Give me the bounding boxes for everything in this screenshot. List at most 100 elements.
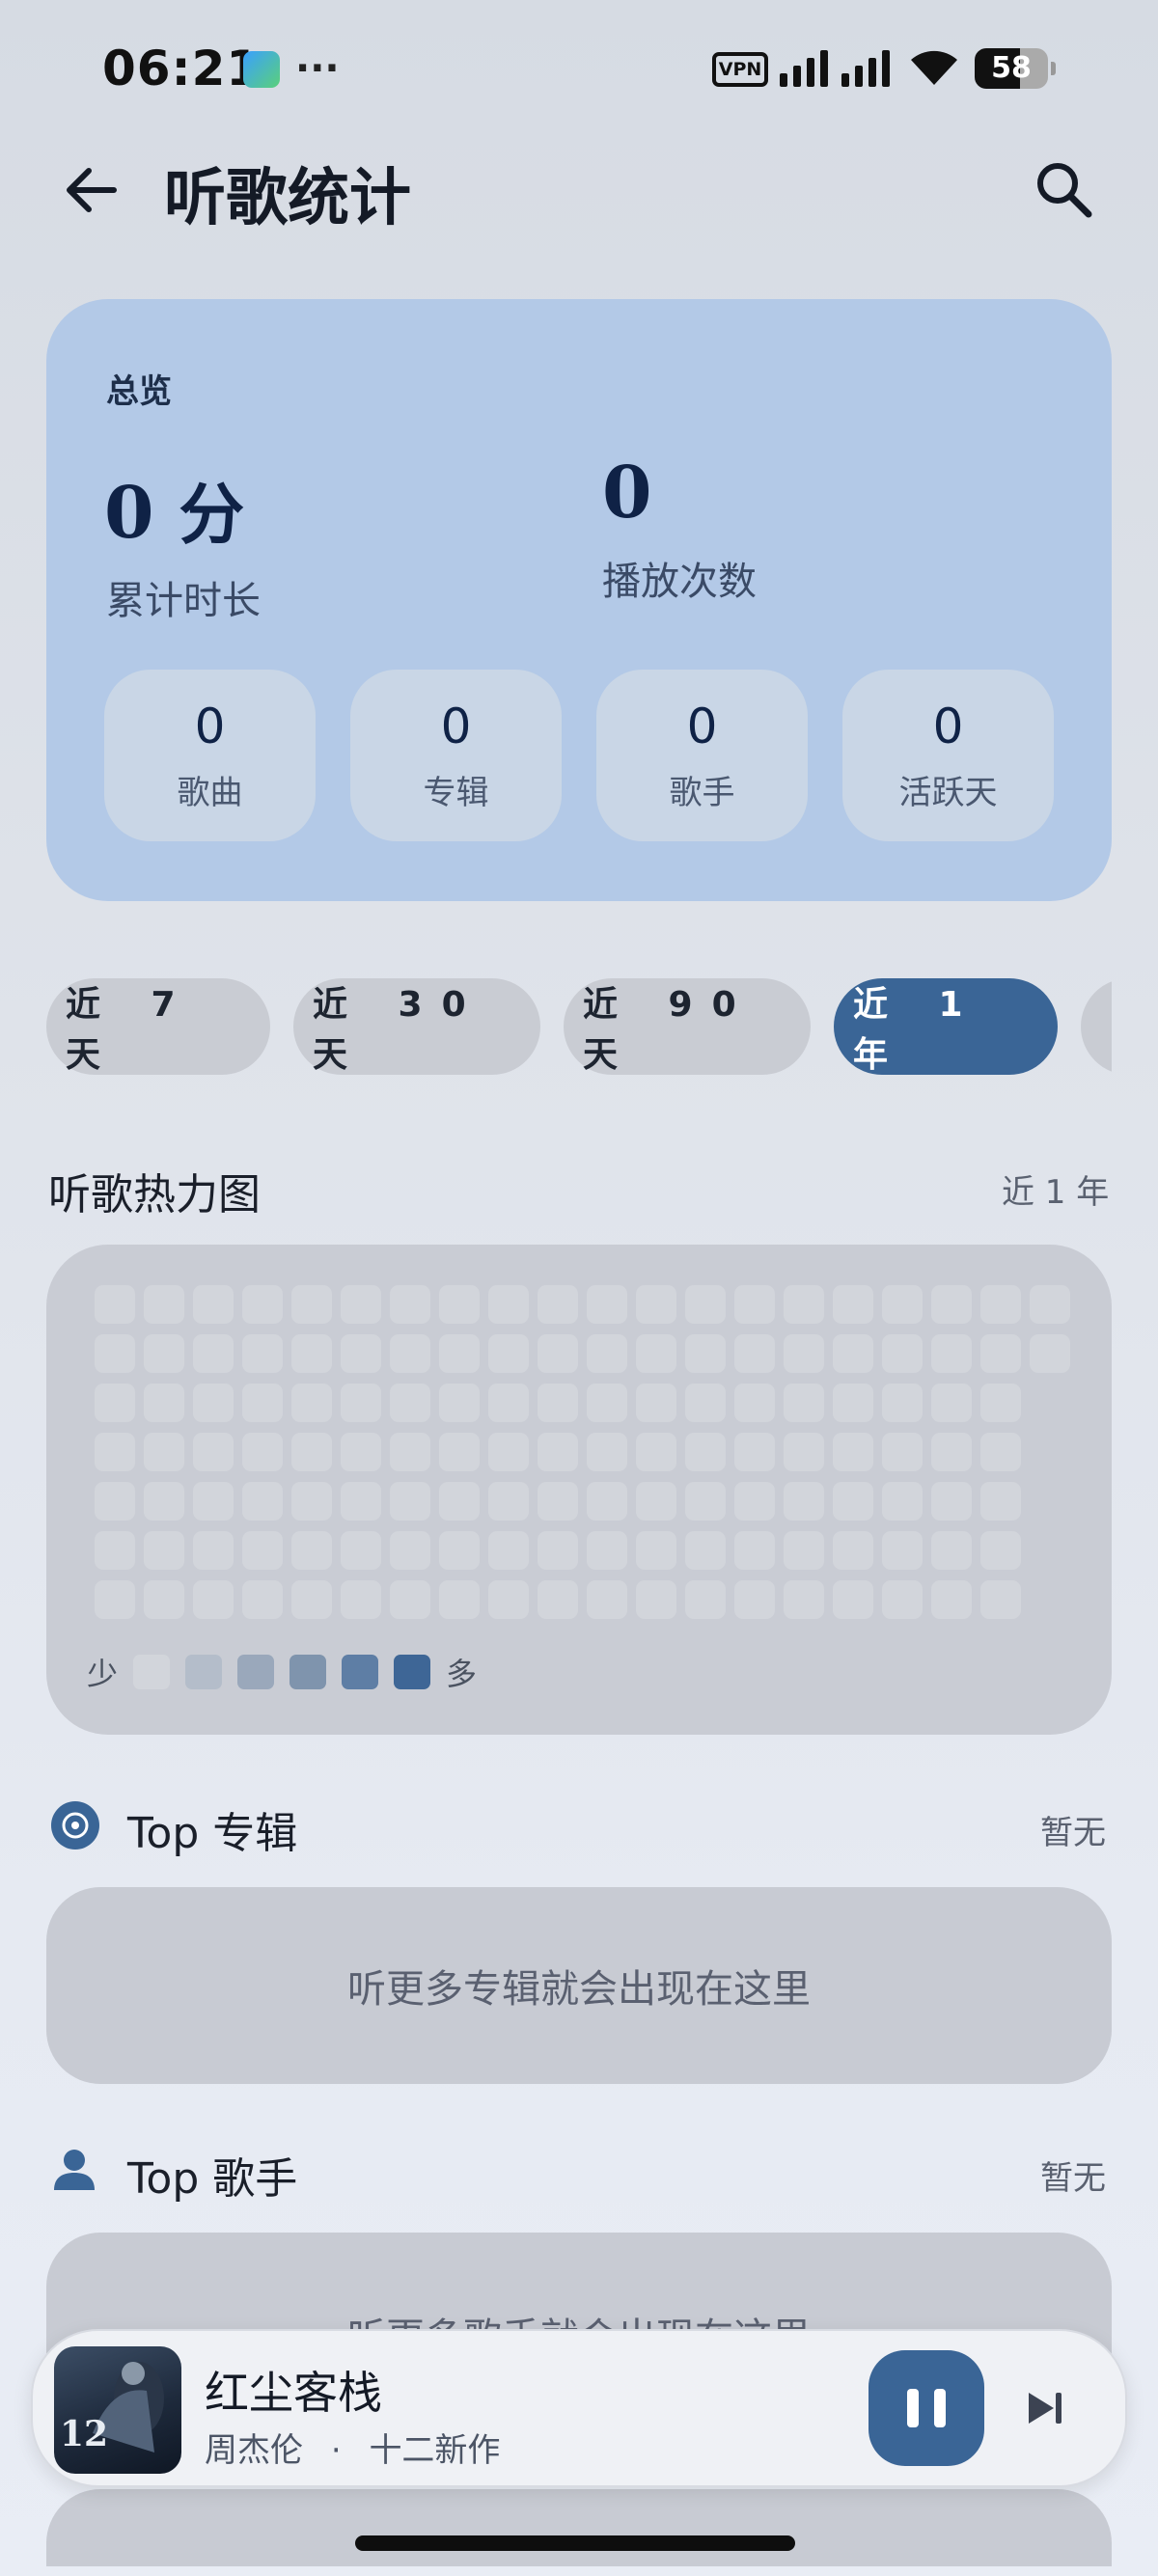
heatmap-cell [439, 1580, 480, 1619]
heatmap-cell [538, 1482, 578, 1521]
search-button[interactable] [1029, 154, 1100, 226]
stat-value: 0 [440, 699, 472, 754]
heatmap-cell [341, 1482, 381, 1521]
heatmap-cell [980, 1433, 1021, 1471]
range-chip-more[interactable] [1081, 978, 1112, 1075]
wifi-icon [911, 50, 957, 85]
heatmap-cell [144, 1531, 184, 1570]
heatmap-cell [439, 1433, 480, 1471]
heatmap-cell [1030, 1334, 1070, 1373]
mini-player[interactable]: 12 红尘客栈 周杰伦 · 十二新作 [31, 2329, 1127, 2487]
home-indicator[interactable] [355, 2535, 795, 2551]
range-chip-1y[interactable]: 近 1 年 [834, 978, 1058, 1075]
heatmap-cell [587, 1580, 627, 1619]
heatmap-cell [291, 1334, 332, 1373]
heatmap-cell [144, 1580, 184, 1619]
song-subtitle: 周杰伦 · 十二新作 [205, 2424, 500, 2471]
heatmap-cell [685, 1334, 726, 1373]
back-button[interactable] [58, 156, 125, 224]
duration-unit: 分 [179, 478, 245, 554]
heatmap-cell [291, 1285, 332, 1324]
stat-label: 歌手 [669, 774, 735, 812]
heatmap-cell [931, 1433, 972, 1471]
heatmap-cell [242, 1580, 283, 1619]
pause-button[interactable] [868, 2350, 984, 2466]
total-duration-label: 累计时长 [106, 579, 261, 623]
heatmap-cell [390, 1334, 430, 1373]
heatmap-cell [685, 1285, 726, 1324]
heatmap-cell [488, 1531, 529, 1570]
heatmap-cell [291, 1482, 332, 1521]
heatmap-cell [636, 1384, 676, 1422]
heatmap-cell [291, 1384, 332, 1422]
heatmap-cell [882, 1433, 923, 1471]
play-count-value: 0 [602, 452, 652, 534]
heatmap-cell [242, 1285, 283, 1324]
heatmap-cell [144, 1482, 184, 1521]
heatmap-cell [193, 1334, 234, 1373]
page-title: 听歌统计 [164, 163, 411, 234]
heatmap-cell [882, 1285, 923, 1324]
pause-icon [934, 2389, 946, 2427]
heatmap-cell [980, 1482, 1021, 1521]
heatmap-cell [636, 1334, 676, 1373]
heatmap-cell [833, 1531, 873, 1570]
heatmap-cell [341, 1531, 381, 1570]
overview-stats: 0 歌曲 0 专辑 0 歌手 0 活跃天 [104, 670, 1054, 841]
heatmap-cell [242, 1433, 283, 1471]
heatmap-cell [538, 1433, 578, 1471]
heatmap-cell [931, 1384, 972, 1422]
person-icon [54, 2150, 95, 2190]
heatmap-cell [587, 1433, 627, 1471]
heatmap-cell [488, 1580, 529, 1619]
heatmap-cell [833, 1384, 873, 1422]
heatmap-cell [636, 1433, 676, 1471]
heatmap-cell [882, 1531, 923, 1570]
more-notifications-icon: ··· [295, 46, 340, 91]
heatmap-cell [193, 1580, 234, 1619]
heatmap-cell [685, 1384, 726, 1422]
legend-low-label: 少 [87, 1656, 119, 1692]
overview-label: 总览 [106, 372, 172, 411]
heatmap-cell [784, 1285, 824, 1324]
stat-artists: 0 歌手 [596, 670, 808, 841]
cover-text: 12 [60, 2414, 109, 2454]
heatmap-cell [931, 1285, 972, 1324]
heatmap-cell [538, 1384, 578, 1422]
range-chip-30d[interactable]: 近 30 天 [293, 978, 540, 1075]
heatmap-cell [980, 1580, 1021, 1619]
heatmap-cell [734, 1482, 775, 1521]
heatmap-cell [193, 1531, 234, 1570]
heatmap-cell [488, 1433, 529, 1471]
heatmap-cell [341, 1433, 381, 1471]
battery-icon: 58 [975, 48, 1056, 89]
stat-value: 0 [932, 699, 964, 754]
heatmap-cell [390, 1531, 430, 1570]
heatmap-cell [784, 1433, 824, 1471]
bottom-card [46, 2489, 1112, 2566]
next-track-button[interactable] [1015, 2379, 1073, 2437]
heatmap-cell [341, 1580, 381, 1619]
heatmap-cell [341, 1285, 381, 1324]
heatmap-cell [95, 1531, 135, 1570]
album-cover[interactable]: 12 [54, 2346, 181, 2474]
heatmap-cell [587, 1285, 627, 1324]
legend-swatch [290, 1655, 327, 1689]
heatmap-cell [242, 1531, 283, 1570]
heatmap-cell [291, 1531, 332, 1570]
range-selector: 近 7 天 近 30 天 近 90 天 近 1 年 [46, 978, 1112, 1079]
heatmap-cell [488, 1285, 529, 1324]
heatmap-cell [980, 1285, 1021, 1324]
range-chip-7d[interactable]: 近 7 天 [46, 978, 270, 1075]
legend-swatch [342, 1655, 379, 1689]
heatmap-cell [833, 1334, 873, 1373]
heatmap-cell [734, 1285, 775, 1324]
heatmap-range: 近 1 年 [1002, 1173, 1110, 1212]
range-chip-90d[interactable]: 近 90 天 [564, 978, 811, 1075]
heatmap-cell [882, 1334, 923, 1373]
stat-value: 0 [686, 699, 718, 754]
heatmap-cell [1030, 1285, 1070, 1324]
heatmap-cell [95, 1384, 135, 1422]
heatmap-cell [882, 1384, 923, 1422]
heatmap-cell [931, 1334, 972, 1373]
